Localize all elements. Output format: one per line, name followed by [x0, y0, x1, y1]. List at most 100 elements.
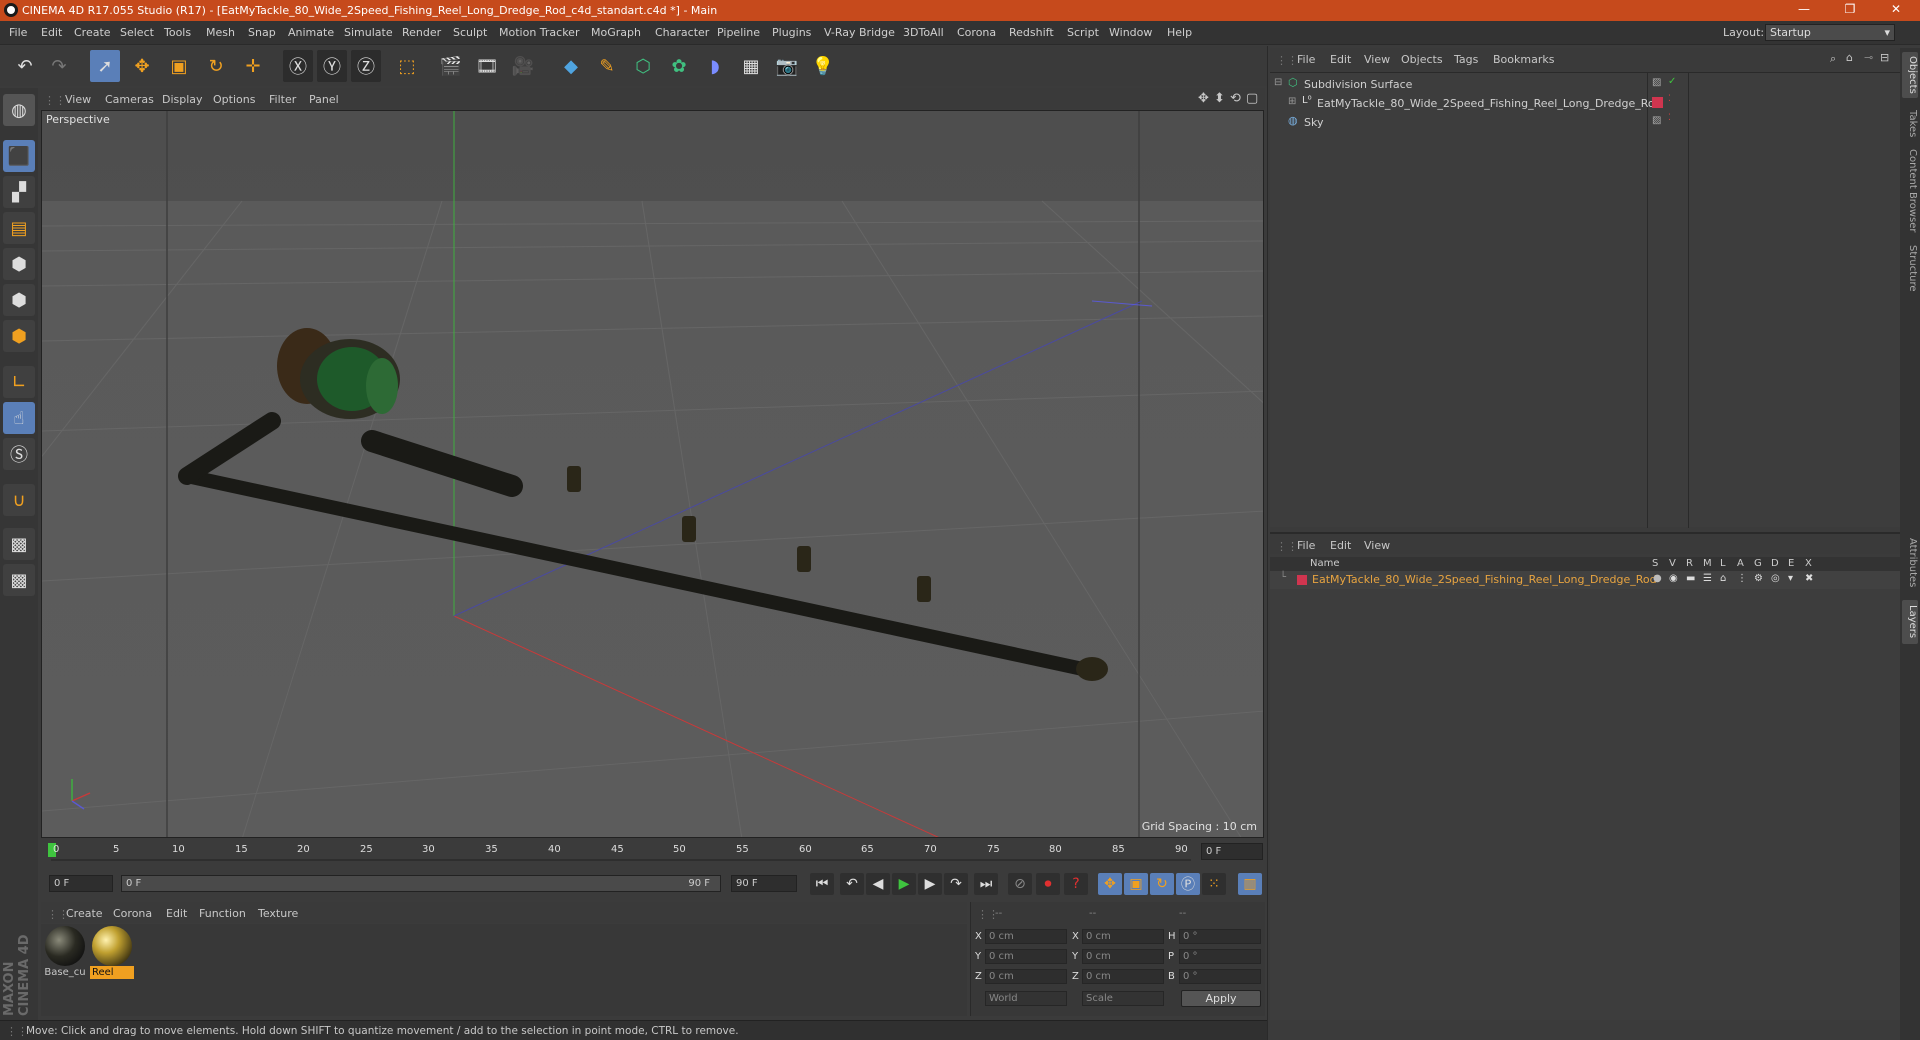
viewport-menu-panel[interactable]: Panel: [309, 93, 339, 106]
viewport-menu-display[interactable]: Display: [162, 93, 203, 106]
menu-mograph[interactable]: MoGraph: [591, 26, 641, 39]
object-row-sky[interactable]: ◍ Sky ▨ ⁚: [1270, 113, 1900, 132]
apply-button[interactable]: Apply: [1181, 990, 1261, 1007]
menu-mesh[interactable]: Mesh: [206, 26, 235, 39]
eye-icon[interactable]: ◉: [1669, 573, 1678, 584]
material-swatch-selected[interactable]: Reel: [90, 926, 134, 979]
transform-tool[interactable]: ✛: [238, 50, 268, 82]
spline-pen-button[interactable]: ✎: [592, 50, 622, 82]
floor-button[interactable]: ▦: [736, 50, 766, 82]
previous-key-button[interactable]: ↶: [840, 873, 864, 895]
rot-p-field[interactable]: 0 °: [1179, 949, 1261, 964]
menu-sculpt[interactable]: Sculpt: [453, 26, 487, 39]
next-key-button[interactable]: ↷: [944, 873, 968, 895]
rotate-tool[interactable]: ↻: [201, 50, 231, 82]
menu-motion-tracker[interactable]: Motion Tracker: [499, 26, 579, 39]
menu-tools[interactable]: Tools: [164, 26, 191, 39]
coordinate-system-button[interactable]: ⬚: [392, 50, 422, 82]
menu-pipeline[interactable]: Pipeline: [717, 26, 760, 39]
tab-structure[interactable]: Structure: [1902, 240, 1918, 296]
key-position-toggle[interactable]: ✥: [1098, 873, 1122, 895]
lock-icon[interactable]: ⌂: [1720, 573, 1726, 584]
menu-edit[interactable]: Edit: [41, 26, 62, 39]
layer-menu-view[interactable]: View: [1364, 539, 1390, 552]
model-mode-button[interactable]: ⬛: [3, 140, 35, 172]
visibility-dots-icon[interactable]: ⁚: [1668, 94, 1671, 104]
workplane-lock-button[interactable]: ▩: [3, 528, 35, 560]
render-icon[interactable]: ▬: [1686, 573, 1695, 584]
xref-icon[interactable]: ✖: [1805, 573, 1813, 584]
rot-b-field[interactable]: 0 °: [1179, 969, 1261, 984]
texture-mode-button[interactable]: ▞: [3, 176, 35, 208]
timeline-window-button[interactable]: ▥: [1238, 873, 1262, 895]
home-icon[interactable]: ⌂: [1846, 51, 1853, 64]
menu-help[interactable]: Help: [1167, 26, 1192, 39]
tab-objects[interactable]: Objects: [1902, 52, 1918, 98]
edit-tag-icon[interactable]: ▨: [1652, 77, 1661, 88]
polygons-mode-button[interactable]: ⬢: [3, 320, 35, 352]
y-axis-lock[interactable]: Ⓨ: [317, 50, 347, 82]
render-view-button[interactable]: 🎬: [436, 50, 466, 82]
menu-file[interactable]: File: [9, 26, 27, 39]
record-keys-button[interactable]: ⊘: [1008, 873, 1032, 895]
solo-icon[interactable]: ●: [1653, 573, 1662, 584]
menu-character[interactable]: Character: [655, 26, 709, 39]
play-button[interactable]: ▶: [892, 873, 916, 895]
viewport-menu-options[interactable]: Options: [213, 93, 255, 106]
material-swatch[interactable]: Base_cu: [43, 926, 87, 979]
viewport-move-icon[interactable]: ✥: [1198, 91, 1209, 106]
viewport-menu-filter[interactable]: Filter: [269, 93, 296, 106]
timeline-ruler[interactable]: 0 5 10 15 20 25 30 35 40 45 50 55 60 65 …: [41, 840, 1265, 864]
object-menu-file[interactable]: File: [1297, 53, 1315, 66]
previous-frame-button[interactable]: ◀: [866, 873, 890, 895]
edit-render-settings-button[interactable]: 🎥: [508, 50, 538, 82]
key-scale-toggle[interactable]: ▣: [1124, 873, 1148, 895]
expression-icon[interactable]: ▾: [1788, 573, 1793, 584]
generator-icon[interactable]: ⚙: [1754, 573, 1763, 584]
camera-button[interactable]: 📷: [772, 50, 802, 82]
make-editable-button[interactable]: ◍: [3, 94, 35, 126]
next-frame-button[interactable]: ▶: [918, 873, 942, 895]
search-icon[interactable]: ⌕: [1830, 52, 1836, 66]
close-button[interactable]: ✕: [1882, 2, 1910, 18]
object-menu-objects[interactable]: Objects: [1401, 53, 1443, 66]
link-icon[interactable]: ⊸: [1864, 51, 1873, 64]
viewport-zoom-icon[interactable]: ⬍: [1214, 91, 1225, 106]
menu-window[interactable]: Window: [1109, 26, 1152, 39]
viewport-maximize-icon[interactable]: ▢: [1246, 91, 1258, 106]
rot-h-field[interactable]: 0 °: [1179, 929, 1261, 944]
menu-3dtoall[interactable]: 3DToAll: [903, 26, 944, 39]
points-mode-button[interactable]: ⬢: [3, 248, 35, 280]
size-z-field[interactable]: 0 cm: [1082, 969, 1164, 984]
frame-range-slider[interactable]: 0 F 90 F: [121, 875, 721, 892]
pos-y-field[interactable]: 0 cm: [985, 949, 1067, 964]
redo-button[interactable]: ↷: [44, 50, 74, 82]
key-parameter-toggle[interactable]: Ⓟ: [1176, 873, 1200, 895]
current-frame-field[interactable]: 0 F: [1201, 843, 1263, 860]
menu-plugins[interactable]: Plugins: [772, 26, 811, 39]
collapse-icon[interactable]: ⊟: [1274, 77, 1282, 88]
visibility-dots-icon[interactable]: ⁚: [1668, 113, 1671, 123]
viewport-menu-cameras[interactable]: Cameras: [105, 93, 154, 106]
menu-simulate[interactable]: Simulate: [344, 26, 393, 39]
material-menu-create[interactable]: Create: [66, 907, 103, 920]
go-to-start-button[interactable]: ⏮: [810, 873, 834, 895]
menu-snap[interactable]: Snap: [248, 26, 276, 39]
object-row-subdivision[interactable]: ⊟ ⬡ Subdivision Surface ▨ ✓: [1270, 75, 1900, 94]
edges-mode-button[interactable]: ⬢: [3, 284, 35, 316]
end-frame-field[interactable]: 90 F: [731, 875, 797, 892]
animation-icon[interactable]: ⋮: [1737, 573, 1747, 584]
key-rotation-toggle[interactable]: ↻: [1150, 873, 1174, 895]
layer-row[interactable]: └ EatMyTackle_80_Wide_2Speed_Fishing_Ree…: [1270, 571, 1900, 589]
undo-button[interactable]: ↶: [10, 50, 40, 82]
coordinate-mode-dropdown[interactable]: World: [985, 991, 1067, 1006]
tab-attributes[interactable]: Attributes: [1902, 532, 1918, 594]
go-to-end-button[interactable]: ⏭: [974, 873, 998, 895]
menu-animate[interactable]: Animate: [288, 26, 334, 39]
snap-button[interactable]: Ⓢ: [3, 438, 35, 470]
viewport-rotate-icon[interactable]: ⟲: [1230, 91, 1241, 106]
tab-takes[interactable]: Takes: [1902, 104, 1918, 144]
menu-script[interactable]: Script: [1067, 26, 1099, 39]
menu-select[interactable]: Select: [120, 26, 154, 39]
new-panel-icon[interactable]: ⊟: [1880, 51, 1889, 64]
